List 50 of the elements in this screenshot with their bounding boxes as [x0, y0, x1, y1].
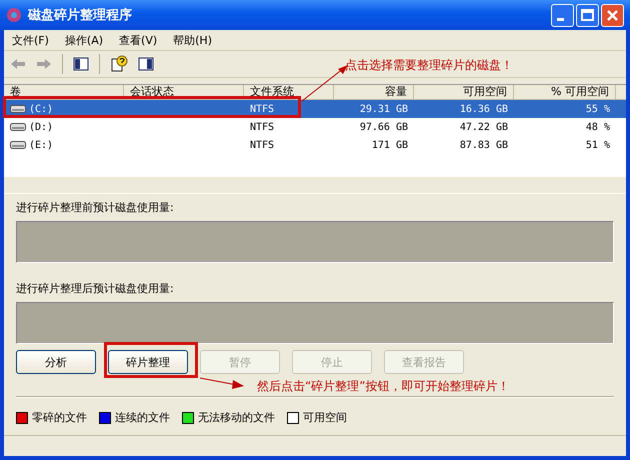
table-cell: (E:) [29, 140, 54, 150]
action-button[interactable]: 碎片整理 [108, 350, 188, 374]
legend-label: 无法移动的文件 [198, 410, 275, 425]
volume-row[interactable]: (E:) NTFS 171 GB 87.83 GB 51 % [4, 136, 626, 154]
section-label: 进行碎片整理前预计磁盘使用量: [16, 200, 175, 215]
panel-icon[interactable] [73, 57, 89, 71]
drive-icon [10, 123, 26, 131]
column-header[interactable]: 容量 [334, 85, 414, 99]
arrow [199, 377, 245, 391]
table-cell: 48 % [586, 122, 610, 132]
drive-icon [10, 141, 26, 149]
table-cell: 171 GB [372, 140, 408, 150]
action-button[interactable]: 分析 [16, 350, 96, 374]
section-label: 进行碎片整理后预计磁盘使用量: [16, 281, 175, 296]
column-header[interactable]: 卷 [4, 85, 124, 99]
minimize-button[interactable] [551, 4, 574, 26]
menu-item[interactable]: 帮助(H) [173, 32, 212, 48]
annotation-text: 然后点击“碎片整理”按钮，即可开始整理碎片！ [257, 378, 510, 395]
table-cell: (D:) [29, 122, 54, 132]
volume-row[interactable]: (C:) NTFS 29.31 GB 16.36 GB 55 % [4, 100, 626, 118]
window-title: 磁盘碎片整理程序 [28, 6, 133, 24]
menu-item[interactable]: 操作(A) [64, 32, 104, 48]
volume-row[interactable]: (D:) NTFS 97.66 GB 47.22 GB 48 % [4, 118, 626, 136]
legend-label: 连续的文件 [115, 410, 170, 425]
help-icon[interactable] [110, 55, 128, 73]
menu-item[interactable]: 文件(F) [12, 32, 49, 48]
close-button[interactable] [601, 4, 624, 26]
table-cell: NTFS [250, 140, 274, 150]
table-cell: NTFS [250, 104, 274, 114]
table-cell: 16.36 GB [460, 104, 508, 114]
column-header[interactable]: 文件系统 [244, 85, 334, 99]
panel-icon[interactable] [138, 57, 154, 71]
table-cell: NTFS [250, 122, 274, 132]
menu-item[interactable]: 查看(V) [119, 32, 158, 48]
table-cell: 55 % [586, 104, 610, 114]
table-cell: 29.31 GB [360, 104, 408, 114]
maximize-button[interactable] [576, 4, 599, 26]
legend-label: 零碎的文件 [32, 410, 87, 425]
column-header[interactable]: 可用空间 [414, 85, 514, 99]
legend-label: 可用空间 [303, 410, 347, 425]
annotation-text: 点击选择需要整理碎片的磁盘！ [345, 57, 513, 74]
app-icon [6, 7, 22, 23]
table-cell: 47.22 GB [460, 122, 508, 132]
table-cell: 51 % [586, 140, 610, 150]
minimize-icon [557, 18, 564, 20]
column-header[interactable]: % 可用空间 [514, 85, 616, 99]
table-cell: 97.66 GB [360, 122, 408, 132]
table-cell: (C:) [29, 104, 54, 114]
table-cell: 87.83 GB [460, 140, 508, 150]
drive-icon [10, 105, 26, 113]
